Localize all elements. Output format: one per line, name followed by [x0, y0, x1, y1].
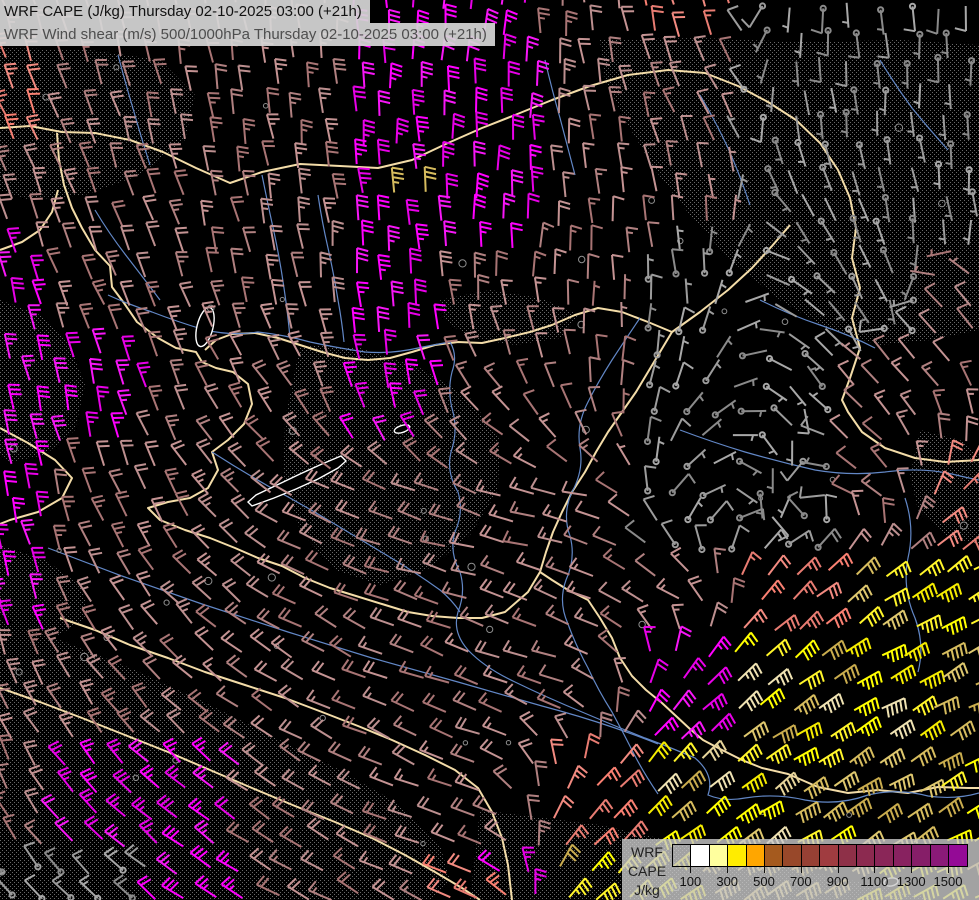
legend-tick-label: 1500 — [934, 874, 963, 889]
legend-tick — [948, 867, 949, 873]
legend-swatch — [709, 844, 729, 867]
legend-swatch — [948, 844, 968, 867]
legend-title: WRF CAPE J/kg — [622, 839, 672, 900]
legend-tick — [801, 867, 802, 873]
legend-swatch — [764, 844, 784, 867]
legend-swatch — [838, 844, 858, 867]
legend-swatch — [911, 844, 931, 867]
title-bar: WRF CAPE (J/kg) Thursday 02-10-2025 03:0… — [0, 0, 495, 46]
legend-tick-label: 100 — [680, 874, 702, 889]
weather-map-stage: WRF CAPE (J/kg) Thursday 02-10-2025 03:0… — [0, 0, 979, 900]
legend-swatch — [819, 844, 839, 867]
legend-tick — [911, 867, 912, 873]
cape-legend: WRF CAPE J/kg 10030050070090011001300150… — [622, 839, 979, 900]
legend-title-model: WRF — [622, 843, 672, 862]
legend-tick — [764, 867, 765, 873]
legend-swatch — [727, 844, 747, 867]
legend-swatch — [874, 844, 894, 867]
legend-swatch — [801, 844, 821, 867]
legend-colorbar: 100300500700900110013001500 — [672, 844, 968, 867]
legend-tick-label: 300 — [716, 874, 738, 889]
legend-tick — [838, 867, 839, 873]
legend-swatch — [893, 844, 913, 867]
title-line-shear: WRF Wind shear (m/s) 500/1000hPa Thursda… — [0, 23, 495, 46]
legend-tick-label: 500 — [753, 874, 775, 889]
legend-tick-label: 700 — [790, 874, 812, 889]
legend-swatch — [856, 844, 876, 867]
legend-tick — [874, 867, 875, 873]
title-line-cape: WRF CAPE (J/kg) Thursday 02-10-2025 03:0… — [0, 0, 370, 23]
legend-tick-label: 1300 — [897, 874, 926, 889]
legend-title-unit: J/kg — [622, 881, 672, 900]
legend-swatch — [690, 844, 710, 867]
legend-swatch — [746, 844, 766, 867]
legend-tick-label: 900 — [827, 874, 849, 889]
legend-tick — [690, 867, 691, 873]
legend-title-param: CAPE — [622, 862, 672, 881]
legend-tick — [727, 867, 728, 873]
legend-swatch — [672, 844, 692, 867]
legend-swatch — [782, 844, 802, 867]
legend-swatch — [930, 844, 950, 867]
weather-map — [0, 0, 979, 900]
legend-tick-label: 1100 — [860, 874, 888, 889]
